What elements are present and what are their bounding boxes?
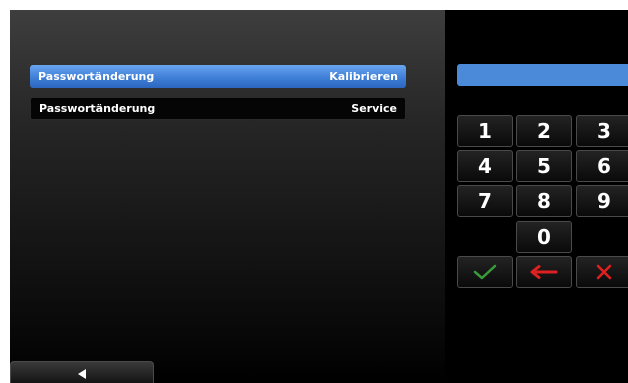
key-7[interactable]: 7 (457, 185, 513, 217)
confirm-key[interactable] (457, 256, 513, 288)
menu-row-calibration-password[interactable]: Passwortänderung Kalibrieren (30, 65, 406, 88)
key-1[interactable]: 1 (457, 115, 513, 147)
keypad-panel: 1 2 3 4 5 6 7 8 9 0 (445, 10, 628, 383)
backspace-key[interactable] (516, 256, 572, 288)
key-9[interactable]: 9 (576, 185, 628, 217)
menu-row-label: Passwortänderung (38, 70, 155, 83)
key-0[interactable]: 0 (516, 221, 572, 253)
key-6[interactable]: 6 (576, 150, 628, 182)
key-5[interactable]: 5 (516, 150, 572, 182)
key-3[interactable]: 3 (576, 115, 628, 147)
checkmark-icon (473, 264, 497, 280)
key-8[interactable]: 8 (516, 185, 572, 217)
menu-row-value: Service (351, 102, 397, 115)
menu-row-value: Kalibrieren (329, 70, 398, 83)
cancel-key[interactable] (576, 256, 628, 288)
key-2[interactable]: 2 (516, 115, 572, 147)
menu-row-label: Passwortänderung (39, 102, 156, 115)
key-4[interactable]: 4 (457, 150, 513, 182)
device-screen: Passwortänderung Kalibrieren Passwortänd… (10, 10, 628, 383)
password-entry-field[interactable] (457, 64, 628, 86)
back-button[interactable] (10, 361, 154, 383)
x-icon (596, 264, 612, 280)
menu-panel: Passwortänderung Kalibrieren Passwortänd… (10, 10, 445, 383)
menu-row-service-password[interactable]: Passwortänderung Service (30, 97, 406, 120)
back-arrow-icon (78, 369, 86, 379)
arrow-left-icon (530, 265, 558, 279)
